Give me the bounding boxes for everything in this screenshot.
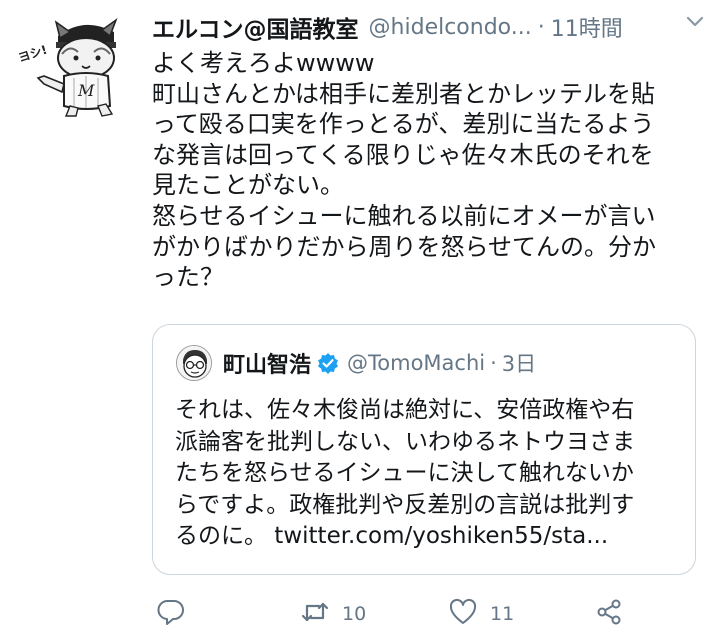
like-button[interactable]: 11: [448, 596, 514, 632]
tweet-text-line: って殴る口実を作っとるが、差別に当たるよう: [152, 110, 655, 139]
quoted-tweet-header: 町山智浩 @TomoMachi · 3日: [223, 345, 536, 381]
author-handle[interactable]: @hidelcondo...: [369, 15, 532, 40]
quoted-text-line: るのに。 twitter.com/yoshiken55/sta...: [175, 523, 609, 549]
retweet-count: 10: [342, 603, 367, 625]
quoted-text-line: 派論客を批判しない、いわゆるネトウヨさま: [175, 428, 635, 455]
tweet-text: よく考えろよwwww 町山さんとかは相手に差別者とかレッテルを貼 って殴る口実を…: [152, 48, 707, 293]
share-button[interactable]: [594, 596, 624, 632]
share-icon: [594, 597, 624, 631]
quoted-author-avatar[interactable]: [176, 345, 212, 381]
tweet-header: エルコン@国語教室 @hidelcondo... · 11時間: [152, 8, 712, 46]
quoted-author-display-name[interactable]: 町山智浩: [223, 347, 311, 379]
tweet-action-bar: 10 11: [152, 596, 712, 632]
tweet-text-line: 見たことがない。: [152, 171, 344, 200]
tweet-text-line: な発言は回ってくる限りじゃ佐々木氏のそれを: [152, 140, 654, 169]
verified-badge-icon: [317, 352, 339, 374]
quoted-tweet-text: それは、佐々木俊尚は絶対に、安倍政権や右 派論客を批判しない、いわゆるネトウヨさ…: [175, 395, 685, 553]
avatar-caption: ヨシ!: [18, 43, 49, 65]
separator-dot: ·: [490, 351, 497, 375]
tweet-text-line: 町山さんとかは相手に差別者とかレッテルを貼: [152, 79, 656, 108]
separator-dot: ·: [537, 14, 545, 40]
quoted-author-handle[interactable]: @TomoMachi: [347, 351, 485, 375]
svg-text:M: M: [77, 81, 95, 100]
tweet-text-line: った？: [152, 263, 224, 292]
quoted-text-line: らですよ。政権批判や反差別の言説は批判す: [175, 491, 635, 518]
author-avatar[interactable]: M ヨシ!: [17, 14, 138, 118]
chevron-down-icon[interactable]: [684, 10, 706, 32]
tweet-text-line: 怒らせるイシューに触れる以前にオメーが言い: [152, 201, 656, 230]
like-count: 11: [490, 603, 515, 625]
quoted-text-line: たちを怒らせるイシューに決して触れないか: [175, 460, 634, 486]
like-icon: [448, 597, 478, 631]
reply-icon: [156, 597, 186, 631]
retweet-icon: [300, 597, 330, 631]
tweet-text-line: よく考えろよwwww: [152, 49, 375, 77]
quoted-tweet-card[interactable]: 町山智浩 @TomoMachi · 3日 それは、佐々木俊尚は絶対に、安倍政権や…: [152, 324, 696, 575]
quoted-tweet-timestamp[interactable]: 3日: [502, 348, 536, 378]
reply-button[interactable]: [156, 596, 186, 632]
tweet-timestamp[interactable]: 11時間: [551, 11, 623, 43]
quoted-text-line: それは、佐々木俊尚は絶対に、安倍政権や右: [175, 397, 635, 423]
author-display-name[interactable]: エルコン@国語教室: [152, 10, 359, 44]
retweet-button[interactable]: 10: [300, 596, 366, 632]
tweet-text-line: がかりばかりだから周りを怒らせてんの。分か: [152, 232, 656, 261]
